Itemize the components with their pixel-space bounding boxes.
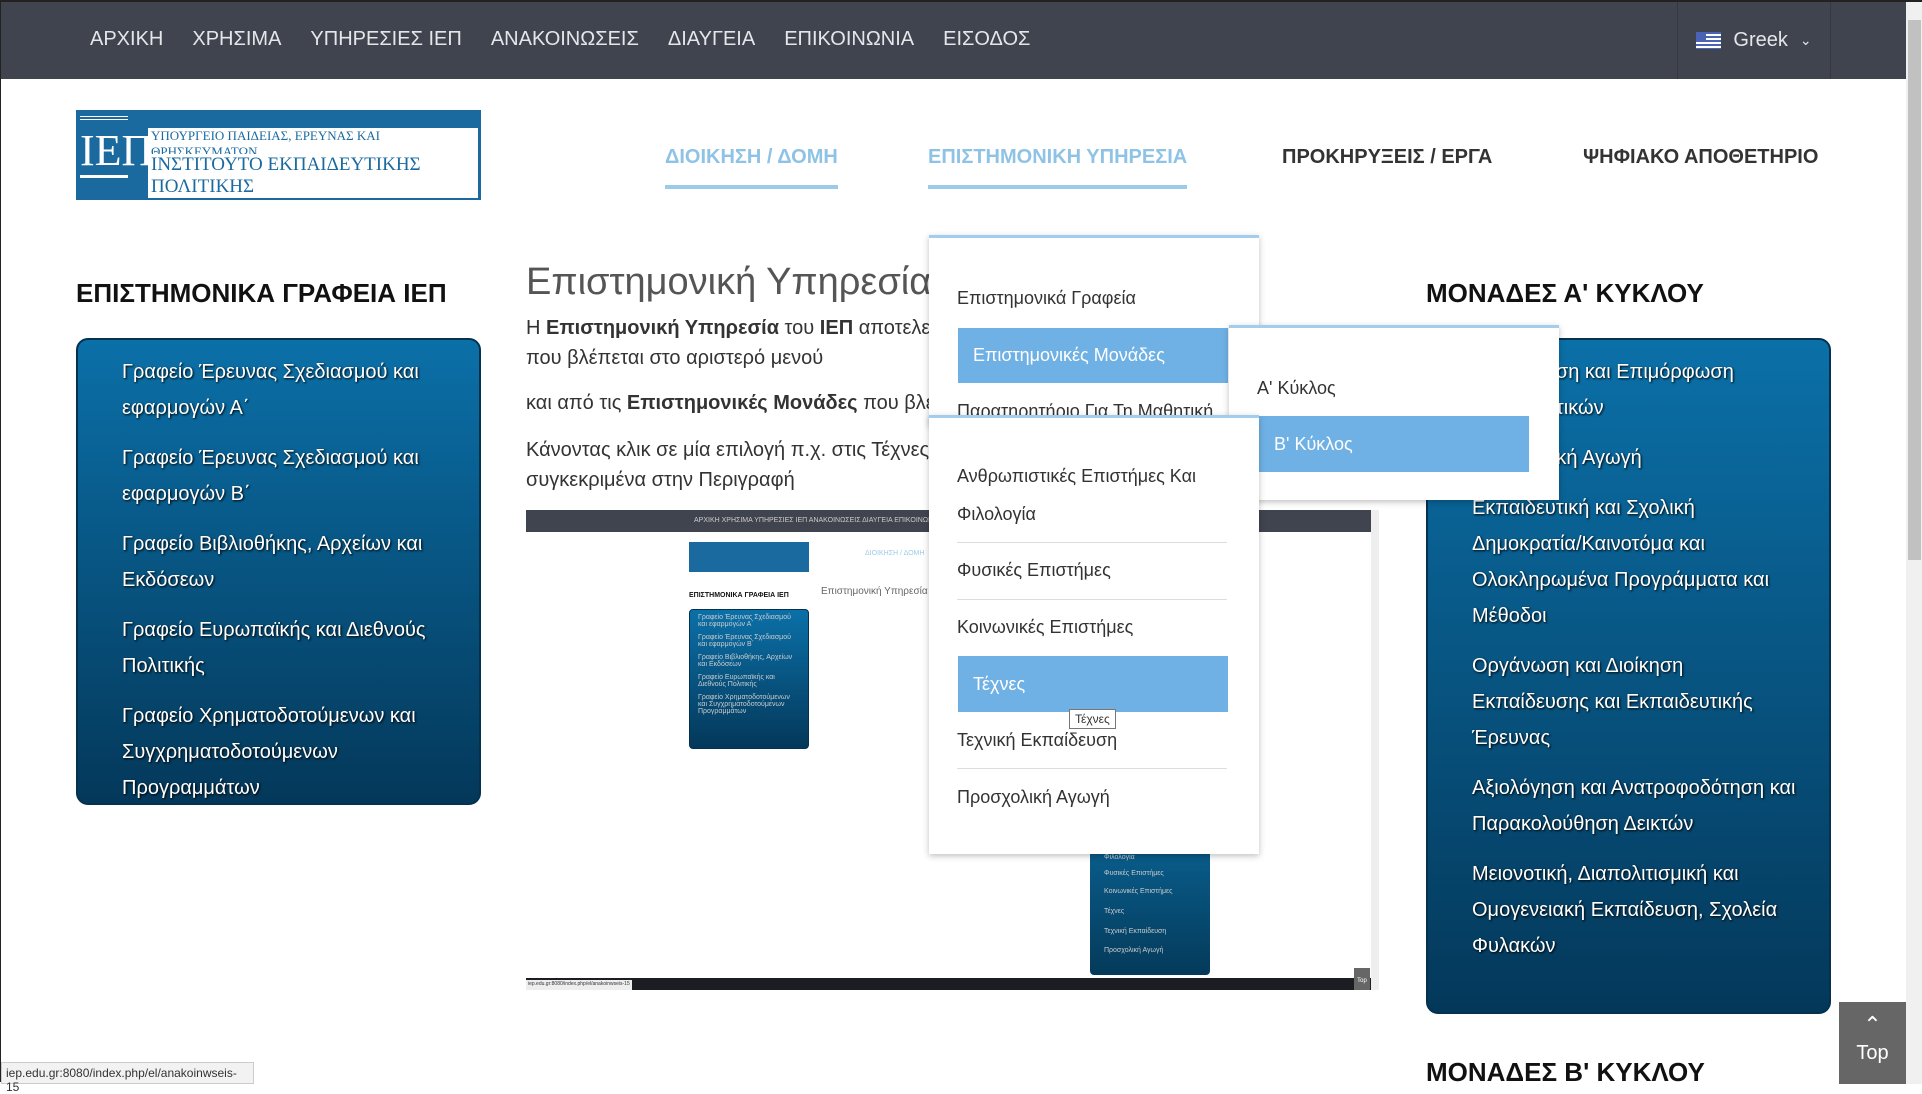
greek-flag-icon bbox=[1696, 32, 1722, 49]
mini-item: Προσχολική Αγωγή bbox=[1104, 947, 1164, 954]
menu-administration[interactable]: ΔΙΟΙΚΗΣΗ / ΔΟΜΗ bbox=[665, 146, 838, 189]
dropdown-item-units[interactable]: Επιστημονικές Μονάδες bbox=[958, 328, 1228, 383]
paragraph-2: και από τις Επιστημονικές Μονάδες που βλ… bbox=[526, 388, 981, 418]
mini-item: Γραφείο Ευρωπαϊκής και Διεθνούς Πολιτική… bbox=[698, 674, 775, 688]
left-offices-menu: Γραφείο Έρευνας Σχεδιασμού και εφαρμογών… bbox=[76, 338, 481, 805]
paragraph-3: Κάνοντας κλικ σε μία επιλογή π.χ. στις Τ… bbox=[526, 439, 930, 461]
left-heading: ΕΠΙΣΤΗΜΟΝΙΚΑ ΓΡΑΦΕΙΑ ΙΕΠ bbox=[76, 278, 447, 308]
menu-digital-repository[interactable]: ΨΗΦΙΑΚΟ ΑΠΟΘΕΤΗΡΙΟ bbox=[1583, 146, 1818, 169]
text: Η bbox=[526, 317, 546, 339]
mini-top: Top bbox=[1354, 968, 1370, 990]
text: Επιστημονικές Μονάδες bbox=[626, 392, 858, 414]
logo-line2: ΙΝΣΤΙΤΟΥΤΟ ΕΚΠΑΙΔΕΥΤΙΚΗΣ ΠΟΛΙΤΙΚΗΣ bbox=[148, 154, 478, 198]
unit-item[interactable]: Μειονοτική, Διαπολιτισμική και Ομογενεια… bbox=[1472, 856, 1799, 964]
nav-home[interactable]: ΑΡΧΙΚΗ bbox=[90, 28, 163, 51]
status-bar-url: iep.edu.gr:8080/index.php/el/anakoinwsei… bbox=[1, 1062, 254, 1094]
mini-scrollbar bbox=[1371, 510, 1379, 990]
mini-left-box: Γραφείο Έρευνας Σχεδιασμού και εφαρμογών… bbox=[689, 609, 809, 749]
mini-item: Γραφείο Έρευνας Σχεδιασμού και εφαρμογών… bbox=[698, 634, 791, 648]
top-nav: ΑΡΧΙΚΗ ΧΡΗΣΙΜΑ ΥΠΗΡΕΣΙΕΣ ΙΕΠ ΑΝΑΚΟΙΝΩΣΕΙ… bbox=[90, 28, 1030, 51]
divider bbox=[957, 599, 1227, 600]
logo-mark: ΙΕΠ bbox=[80, 116, 153, 178]
office-item[interactable]: Γραφείο Ευρωπαϊκής και Διεθνούς Πολιτική… bbox=[122, 612, 439, 684]
nav-announcements[interactable]: ΑΝΑΚΟΙΝΩΣΕΙΣ bbox=[491, 28, 639, 51]
submenu-item-natural-sciences[interactable]: Φυσικές Επιστήμες bbox=[957, 560, 1111, 581]
text: Επιστημονική Υπηρεσία bbox=[546, 317, 779, 339]
unit-item[interactable]: Οργάνωση και Διοίκηση Εκπαίδευσης και Εκ… bbox=[1472, 648, 1799, 756]
submenu-item-technical-education[interactable]: Τεχνική Εκπαίδευση bbox=[957, 730, 1117, 751]
office-item[interactable]: Γραφείο Έρευνας Σχεδιασμού και εφαρμογών… bbox=[122, 354, 439, 426]
mini-menu: ΔΙΟΙΚΗΣΗ / ΔΟΜΗ bbox=[865, 550, 925, 557]
office-item[interactable]: Γραφείο Έρευνας Σχεδιασμού και εφαρμογών… bbox=[122, 440, 439, 512]
unit-item[interactable]: Εκπαιδευτική και Σχολική Δημοκρατία/Καιν… bbox=[1472, 490, 1799, 634]
submenu-cycles: Α' Κύκλος Β' Κύκλος bbox=[1229, 325, 1559, 500]
text: και από τις bbox=[526, 392, 627, 414]
mini-item: Τέχνες bbox=[1104, 908, 1125, 915]
chevron-down-icon: ⌄ bbox=[1799, 32, 1812, 48]
mini-item: Φυσικές Επιστήμες bbox=[1104, 870, 1164, 877]
nav-contact[interactable]: ΕΠΙΚΟΙΝΩΝΙΑ bbox=[784, 28, 914, 51]
text: ΙΕΠ bbox=[819, 317, 854, 339]
nav-diavgeia[interactable]: ΔΙΑΥΓΕΙΑ bbox=[668, 28, 755, 51]
dropdown-scientific-service: Επιστημονικά Γραφεία Επιστημονικές Μονάδ… bbox=[929, 235, 1259, 425]
unit-item[interactable]: Αξιολόγηση και Ανατροφοδότηση και Παρακο… bbox=[1472, 770, 1799, 842]
mini-item: Τεχνική Εκπαίδευση bbox=[1104, 928, 1167, 935]
submenu-item-a-cycle[interactable]: Α' Κύκλος bbox=[1257, 378, 1336, 399]
submenu-item-philology[interactable]: Φιλολογία bbox=[957, 504, 1036, 525]
top-label: Top bbox=[1856, 1042, 1889, 1064]
back-to-top-button[interactable]: ⌃ Top bbox=[1839, 1002, 1906, 1084]
mini-logo bbox=[689, 542, 809, 572]
mini-title: Επιστημονική Υπηρεσία bbox=[821, 586, 928, 597]
logo[interactable]: ΙΕΠ ΥΠΟΥΡΓΕΙΟ ΠΑΙΔΕΙΑΣ, ΕΡΕΥΝΑΣ ΚΑΙ ΘΡΗΣ… bbox=[76, 110, 481, 200]
right-heading-2: ΜΟΝΑΔΕΣ Β' ΚΥΚΛΟΥ bbox=[1426, 1057, 1705, 1087]
divider bbox=[957, 542, 1227, 543]
nav-login[interactable]: ΕΙΣΟΔΟΣ bbox=[943, 28, 1030, 51]
chevron-up-icon: ⌃ bbox=[1863, 1012, 1882, 1037]
mini-heading: ΕΠΙΣΤΗΜΟΝΙΚΑ ΓΡΑΦΕΙΑ ΙΕΠ bbox=[689, 592, 789, 599]
submenu-item-humanities[interactable]: Ανθρωπιστικές Επιστήμες Και bbox=[957, 466, 1196, 487]
submenu-item-preschool[interactable]: Προσχολική Αγωγή bbox=[957, 787, 1110, 808]
mini-item: Κοινωνικές Επιστήμες bbox=[1104, 888, 1173, 895]
paragraph-1-line2: που βλέπεται στο αριστερό μενού bbox=[526, 347, 824, 369]
nav-services[interactable]: ΥΠΗΡΕΣΙΕΣ ΙΕΠ bbox=[310, 28, 461, 51]
text: του bbox=[779, 317, 820, 339]
submenu-b-cycle-units: Ανθρωπιστικές Επιστήμες Και Φιλολογία Φυ… bbox=[929, 415, 1259, 854]
office-item[interactable]: Γραφείο Βιβλιοθήκης, Αρχείων και Εκδόσεω… bbox=[122, 526, 439, 598]
submenu-item-social-sciences[interactable]: Κοινωνικές Επιστήμες bbox=[957, 617, 1133, 638]
office-item[interactable]: Γραφείο Χρηματοδοτούμενων και Συγχρηματο… bbox=[122, 698, 439, 806]
language-selector[interactable]: Greek ⌄ bbox=[1677, 2, 1831, 79]
menu-announcements-projects[interactable]: ΠΡΟΚΗΡΥΞΕΙΣ / ΕΡΓΑ bbox=[1282, 146, 1492, 169]
divider bbox=[957, 768, 1227, 769]
mini-nav: ΑΡΧΙΚΗ ΧΡΗΣΙΜΑ ΥΠΗΡΕΣΙΕΣ ΙΕΠ ΑΝΑΚΟΙΝΩΣΕΙ… bbox=[694, 517, 940, 524]
tooltip: Τέχνες bbox=[1069, 709, 1116, 729]
menu-scientific-service[interactable]: ΕΠΙΣΤΗΜΟΝΙΚΗ ΥΠΗΡΕΣΙΑ bbox=[928, 146, 1188, 189]
scrollbar-thumb[interactable] bbox=[1908, 20, 1921, 560]
mini-item: Γραφείο Χρηματοδοτούμενων και Συγχρηματο… bbox=[698, 694, 790, 715]
right-heading: ΜΟΝΑΔΕΣ Α' ΚΥΚΛΟΥ bbox=[1426, 278, 1704, 308]
mini-item: Γραφείο Βιβλιοθήκης, Αρχείων και Εκδόσεω… bbox=[698, 654, 793, 668]
mini-footer bbox=[526, 978, 1371, 990]
mini-dark-box: Φιλολογία Φυσικές Επιστήμες Κοινωνικές Ε… bbox=[1090, 840, 1210, 975]
language-label: Greek bbox=[1733, 29, 1788, 51]
paragraph-3-line2: συγκεκριμένα στην Περιγραφή bbox=[526, 469, 795, 491]
mini-status: iep.edu.gr:8080/index.php/el/anakoinwsei… bbox=[526, 980, 632, 990]
submenu-item-arts[interactable]: Τέχνες bbox=[958, 656, 1228, 712]
mini-item: Γραφείο Έρευνας Σχεδιασμού και εφαρμογών… bbox=[698, 614, 791, 628]
dropdown-item-offices[interactable]: Επιστημονικά Γραφεία bbox=[957, 288, 1136, 309]
nav-useful[interactable]: ΧΡΗΣΙΜΑ bbox=[192, 28, 281, 51]
submenu-item-b-cycle[interactable]: Β' Κύκλος bbox=[1259, 416, 1529, 472]
